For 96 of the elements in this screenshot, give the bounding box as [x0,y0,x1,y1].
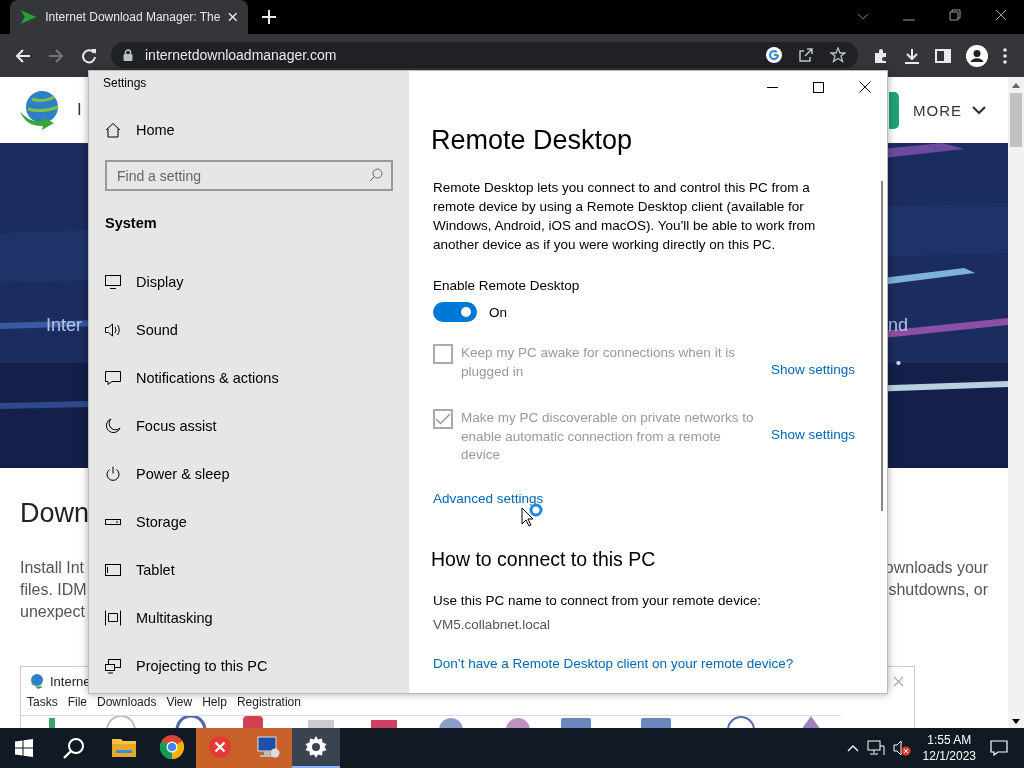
nav-item[interactable]: Display [105,258,393,306]
side-panel-icon[interactable] [935,47,951,64]
windows-logo-icon[interactable] [15,739,33,757]
banner-text: nd [887,315,908,337]
scrollbar-thumb[interactable] [1010,93,1022,147]
chevron-down-icon[interactable] [972,105,986,115]
more-menu[interactable]: MORE [913,101,962,119]
nav-item[interactable]: Projecting to this PC [105,642,393,690]
monitor-icon [105,274,121,290]
description-text: Remote Desktop lets you connect to and control this PC from a remote device by using a Remote Desktop client (available for Windows, Android, iOS and macOS). You'll be able to work from another device as if you were working directly on this PC. [433,179,817,254]
instruction-text: Use this PC name to connect from your remote device: [433,592,762,608]
globe-logo-icon [29,673,45,689]
close-icon [893,675,904,687]
search-icon [369,168,383,182]
clock-time[interactable]: 1:55 AM [927,732,972,748]
scrollbar[interactable] [881,181,883,511]
folder-icon [112,737,136,757]
toggle-label: Enable Remote Desktop [433,278,581,293]
menu-item[interactable]: Help [202,695,227,709]
taskbar-app[interactable] [292,728,340,768]
pc-name-text: VM5.collabnet.local [433,616,552,632]
search-icon[interactable] [63,737,85,759]
notification-icon[interactable] [990,740,1008,756]
star-icon[interactable] [830,46,846,63]
plus-icon[interactable] [262,10,276,24]
nav-item[interactable]: Storage [105,498,393,546]
logo-text: I [77,100,83,120]
window-title: Interne [50,673,91,689]
back-arrow-icon[interactable] [15,47,31,64]
url-text: internetdownloadmanager.com [145,46,337,63]
window-title: Settings [103,76,148,90]
chevron-up-icon[interactable] [846,744,859,752]
section-heading: Down [20,498,90,529]
section-heading: How to connect to this PC [431,547,657,571]
section-label: System [105,215,158,231]
close-icon[interactable] [859,81,871,93]
client-link[interactable]: Don’t have a Remote Desktop client on your remote device? [433,655,855,671]
nav-item[interactable]: Tablet [105,546,393,594]
gear-icon [305,736,327,758]
restore-icon[interactable] [949,9,961,21]
toggle-state-text: On [489,304,507,320]
search-field[interactable]: Find a setting [105,160,393,191]
minimize-icon[interactable] [767,86,778,88]
speaker-icon [105,322,121,338]
windows-stack-icon [105,610,121,626]
checkbox-label: Keep my PC awake for connections when it is plugged in [461,344,736,381]
menu-item[interactable]: Downloads [97,695,157,709]
puzzle-icon[interactable] [873,47,889,64]
paragraph-text: files. IDM [20,580,87,600]
toggle-switch[interactable] [433,302,477,322]
paragraph-text: unexpect [20,602,86,622]
address-bar[interactable]: internetdownloadmanager.com [111,41,858,68]
checkbox-label: Make my PC discoverable on private networks to enable automatic connection from a remote device [461,409,755,464]
clock-date[interactable]: 12/1/2023 [922,748,976,764]
up-arrow-icon[interactable] [1012,83,1020,88]
power-icon [105,466,121,482]
button-edge[interactable] [889,91,899,129]
paragraph-text: ownloads your [884,558,988,578]
menu-item[interactable]: File [67,695,88,709]
home-icon [105,122,121,138]
download-icon[interactable] [904,47,920,64]
moon-icon [105,418,121,434]
page-title: Remote Desktop [431,125,634,156]
tablet-icon [105,562,121,578]
nav-item[interactable]: Home [105,106,393,154]
menu-item[interactable]: Tasks [27,695,58,709]
profile-icon[interactable] [966,44,988,67]
paragraph-text: shutdowns, or [887,580,988,600]
chrome-logo-icon [160,735,184,759]
network-icon[interactable] [866,740,885,756]
nav-item[interactable]: Sound [105,306,393,354]
g-logo-icon[interactable] [766,46,782,63]
reload-icon[interactable] [81,47,97,64]
menu-item[interactable]: View [166,695,193,709]
browser-tab[interactable]: Internet Download Manager: The [10,0,248,34]
error-icon [209,736,231,758]
nav-item[interactable]: Multitasking [105,594,393,642]
monitor-icon [256,735,280,759]
lock-icon [123,48,133,61]
play-arrow-icon [20,9,38,25]
projector-icon [105,658,121,674]
share-icon[interactable] [798,46,814,63]
maximize-icon[interactable] [813,81,824,93]
nav-item[interactable]: Focus assist [105,402,393,450]
menu-item[interactable]: Registration [236,695,301,709]
taskbar-app[interactable] [244,728,292,768]
close-icon[interactable] [995,9,1007,21]
banner-text: Inter [46,315,83,337]
nav-item[interactable]: Power & sleep [105,450,393,498]
menu-icon[interactable] [1003,47,1007,64]
advanced-settings-link[interactable]: Advanced settings [433,490,855,506]
paragraph-text: Install Int [20,558,86,578]
nav-item[interactable]: Notifications & actions [105,354,393,402]
message-icon [105,370,121,386]
down-arrow-icon[interactable] [1012,719,1020,724]
speaker-muted-icon[interactable] [892,740,911,756]
